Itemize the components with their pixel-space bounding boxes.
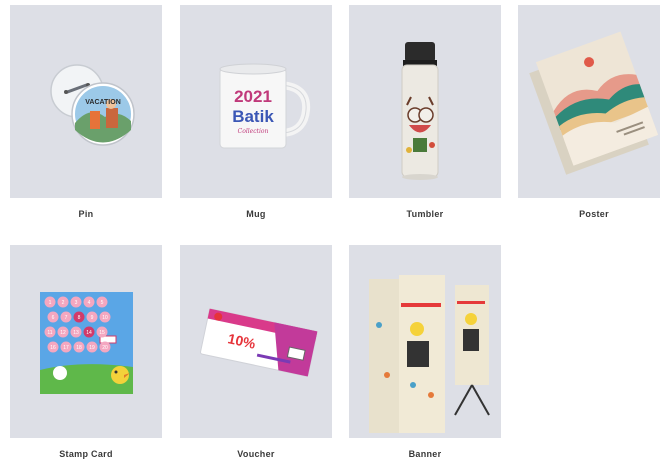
stamp-slot-number: 15: [99, 330, 105, 336]
product-label-tumbler: Tumbler: [406, 209, 444, 219]
voucher-illustration: 10%: [200, 308, 318, 377]
stamp-slot-number: 11: [47, 330, 52, 336]
poster-illustration: [529, 31, 659, 175]
product-image-voucher[interactable]: 10%: [180, 245, 332, 438]
product-label-voucher: Voucher: [237, 449, 275, 459]
product-label-poster: Poster: [579, 209, 609, 219]
mug-illustration: 2021 Batik Collection: [219, 63, 311, 149]
stamp-slot-number: 9: [91, 315, 94, 321]
stamp-slot-number: 3: [75, 300, 78, 306]
stamp-slot-number: 10: [102, 315, 108, 321]
stamp-slot-number: 13: [73, 330, 79, 336]
product-card-voucher[interactable]: 10% Voucher: [180, 245, 332, 459]
mug-print-year: 2021: [234, 87, 272, 106]
stamp-slot-number: 12: [60, 330, 66, 336]
stamp-slot-number: 7: [65, 315, 68, 321]
product-image-pin[interactable]: VACATION: [10, 5, 162, 198]
product-image-tumbler[interactable]: [349, 5, 501, 198]
product-label-banner: Banner: [408, 449, 442, 459]
stamp-slot-number: 20: [102, 345, 108, 351]
stamp-slot-number: 16: [50, 345, 56, 351]
product-card-tumbler[interactable]: Tumbler: [349, 5, 501, 219]
product-image-banner[interactable]: [349, 245, 501, 438]
tumbler-illustration: [401, 42, 439, 180]
stamp-slot-number: 2: [62, 300, 65, 306]
banner-illustration: [369, 275, 490, 433]
product-card-mug[interactable]: 2021 Batik Collection Mug: [180, 5, 332, 219]
stamp-slot-number: 19: [89, 345, 95, 351]
product-image-poster[interactable]: [518, 5, 660, 198]
product-label-stamp-card: Stamp Card: [59, 449, 113, 459]
stamp-slot-number: 14: [86, 330, 92, 336]
product-card-poster[interactable]: Poster: [518, 5, 660, 219]
stamp-card-illustration: 1 2 3 4 56 7 8 9 1011 12 13 14 1516 17 18 19 20: [40, 292, 133, 394]
product-image-mug[interactable]: 2021 Batik Collection: [180, 5, 332, 198]
stamp-slot-number: 8: [78, 315, 81, 321]
stamp-slot-number: 1: [49, 300, 52, 306]
stamp-slot-number: 6: [52, 315, 55, 321]
stamp-slot-number: 18: [76, 345, 82, 351]
pin-badge-text: VACATION: [85, 99, 121, 106]
product-card-banner[interactable]: Banner: [349, 245, 501, 459]
product-card-stamp-card[interactable]: 1 2 3 4 5 6 7 8 9 10 11 12 13 14 15 16 17 18 19 20 Stamp Ca…: [10, 245, 162, 459]
product-label-mug: Mug: [246, 209, 266, 219]
mug-print-title: Batik: [232, 107, 274, 126]
stamp-slot-number: 5: [101, 300, 104, 306]
pin-badge-illustration: VACATION: [50, 64, 135, 146]
stamp-slot-number: 4: [88, 300, 91, 306]
product-card-pin[interactable]: VACATION Pin: [10, 5, 162, 219]
product-label-pin: Pin: [78, 209, 94, 219]
product-image-stamp-card[interactable]: 1 2 3 4 5 6 7 8 9 10 11 12 13 14 15 16 17 18 19 20: [10, 245, 162, 438]
mug-print-subtitle: Collection: [238, 128, 269, 135]
stamp-slot-number: 17: [63, 345, 69, 351]
